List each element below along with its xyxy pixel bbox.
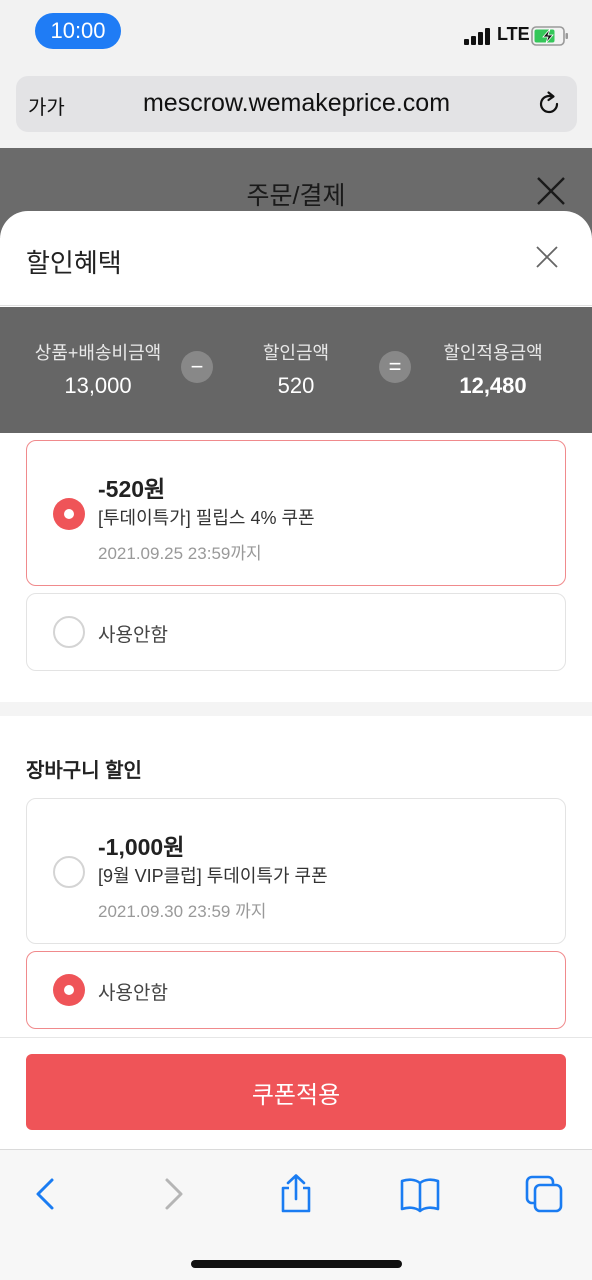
- summary-total: 할인적용금액 12,480: [433, 339, 553, 399]
- minus-operator: −: [181, 351, 213, 383]
- share-icon[interactable]: [276, 1174, 316, 1214]
- page-title: 주문/결제: [246, 182, 346, 210]
- browser-chrome: 가가 mescrow.wemakeprice.com: [0, 64, 592, 148]
- coupon-expiry: 2021.09.30 23:59 까지: [98, 902, 267, 921]
- coupon-expiry: 2021.09.25 23:59까지: [98, 544, 262, 563]
- equals-operator: =: [379, 351, 411, 383]
- reload-icon[interactable]: [535, 90, 563, 118]
- signal-icon: [464, 27, 492, 45]
- close-icon[interactable]: [536, 176, 566, 206]
- close-icon[interactable]: [535, 245, 559, 269]
- summary-label: 할인적용금액: [443, 343, 543, 363]
- summary-value: 13,000: [64, 373, 132, 398]
- bookmarks-icon[interactable]: [400, 1174, 440, 1214]
- home-indicator[interactable]: [191, 1260, 402, 1268]
- section-gap: [0, 702, 592, 716]
- coupon-name: [투데이특가] 필립스 4% 쿠폰: [98, 508, 315, 528]
- summary-value: 520: [277, 373, 315, 398]
- discount-sheet: 할인혜택 상품+배송비금액 13,000 − 할인금액 520 = 할인적용금액…: [0, 211, 592, 1149]
- text-size-button[interactable]: 가가: [28, 91, 65, 120]
- address-bar[interactable]: 가가 mescrow.wemakeprice.com: [16, 76, 577, 132]
- no-coupon-option[interactable]: 사용안함: [26, 593, 566, 671]
- price-summary: 상품+배송비금액 13,000 − 할인금액 520 = 할인적용금액 12,4…: [0, 307, 592, 433]
- coupon-amount: -520원: [98, 476, 166, 502]
- section-title: 장바구니 할인: [26, 760, 142, 782]
- status-time[interactable]: 10:00: [35, 13, 121, 49]
- summary-subtotal: 상품+배송비금액 13,000: [30, 339, 166, 399]
- divider: [0, 305, 592, 306]
- summary-value: 12,480: [459, 373, 527, 398]
- radio-unselected[interactable]: [53, 856, 85, 888]
- divider: [0, 1037, 592, 1038]
- summary-label: 할인금액: [262, 343, 330, 363]
- battery-charging-icon: [531, 26, 568, 46]
- coupon-amount: -1,000원: [98, 834, 185, 860]
- coupon-option[interactable]: -1,000원 [9월 VIP클럽] 투데이특가 쿠폰 2021.09.30 2…: [26, 798, 566, 944]
- option-label: 사용안함: [98, 625, 168, 646]
- radio-selected[interactable]: [53, 974, 85, 1006]
- no-coupon-option[interactable]: 사용안함: [26, 951, 566, 1029]
- url-text[interactable]: mescrow.wemakeprice.com: [76, 89, 517, 118]
- status-bar: 10:00 LTE: [0, 0, 592, 64]
- radio-unselected[interactable]: [53, 616, 85, 648]
- network-type: LTE: [497, 24, 530, 44]
- back-icon[interactable]: [26, 1174, 66, 1214]
- sheet-title: 할인혜택: [26, 248, 122, 278]
- coupon-option[interactable]: -520원 [투데이특가] 필립스 4% 쿠폰 2021.09.25 23:59…: [26, 440, 566, 586]
- summary-label: 상품+배송비금액: [34, 343, 162, 363]
- apply-coupon-button[interactable]: 쿠폰적용: [26, 1054, 566, 1130]
- browser-toolbar: [0, 1149, 592, 1280]
- summary-discount: 할인금액 520: [246, 339, 346, 399]
- radio-selected[interactable]: [53, 498, 85, 530]
- tabs-icon[interactable]: [524, 1174, 564, 1214]
- forward-icon[interactable]: [153, 1174, 193, 1214]
- option-label: 사용안함: [98, 983, 168, 1004]
- coupon-name: [9월 VIP클럽] 투데이특가 쿠폰: [98, 866, 328, 886]
